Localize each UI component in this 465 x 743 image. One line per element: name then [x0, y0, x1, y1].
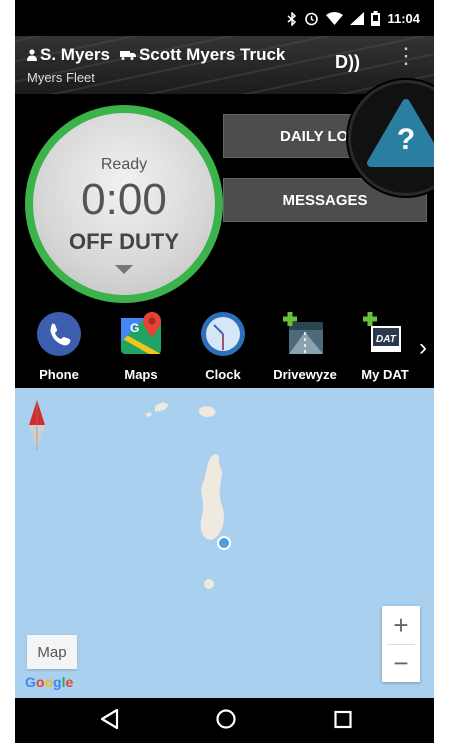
- status-bar: 11:04: [15, 0, 434, 36]
- duty-time: 0:00: [81, 175, 167, 224]
- compass-icon[interactable]: [27, 400, 47, 450]
- duty-ready-label: Ready: [100, 156, 148, 173]
- duty-dial-face[interactable]: Ready 0:00 OFF DUTY: [33, 113, 215, 295]
- driver-name: S. Myers: [40, 45, 110, 64]
- overflow-menu-button[interactable]: ⋮: [395, 45, 417, 67]
- battery-icon: [371, 11, 381, 26]
- app-clock[interactable]: Clock: [183, 312, 263, 382]
- svg-text:DAT: DAT: [376, 334, 397, 345]
- maps-icon: G: [121, 312, 161, 354]
- signal-icon: [350, 12, 365, 25]
- app-phone[interactable]: Phone: [19, 312, 99, 382]
- svg-text:G: G: [130, 321, 139, 335]
- truck-name: Scott Myers Truck: [138, 45, 286, 64]
- google-logo: Google: [25, 674, 74, 690]
- fleet-name: Myers Fleet: [27, 70, 95, 85]
- d-connection-button[interactable]: D)): [335, 52, 360, 73]
- map-type-button[interactable]: Map: [27, 635, 77, 669]
- truck-icon: [119, 51, 136, 60]
- bluetooth-icon: [287, 11, 297, 26]
- driver-info[interactable]: S. Myers Scott Myers Truck: [27, 45, 285, 65]
- zoom-in-button[interactable]: +: [382, 606, 420, 644]
- help-label: ?: [396, 123, 416, 156]
- app-label: Maps: [124, 367, 158, 382]
- phone-icon: [37, 312, 81, 356]
- status-time: 11:04: [387, 11, 420, 26]
- app-label: My DAT: [361, 367, 409, 382]
- app-label: Drivewyze: [273, 367, 337, 382]
- help-button[interactable]: ?: [348, 80, 434, 196]
- my-dat-icon: DAT: [363, 312, 401, 352]
- app-maps[interactable]: G Maps: [101, 312, 181, 382]
- app-label: Phone: [39, 367, 79, 382]
- alarm-icon: [305, 12, 319, 26]
- zoom-out-button[interactable]: −: [382, 644, 420, 682]
- app-drivewyze[interactable]: Drivewyze: [265, 312, 345, 382]
- drivewyze-icon: [283, 312, 323, 354]
- wifi-icon: [326, 12, 344, 25]
- phone-screen: 11:04 S. Myers Scott Myers Truck Myers F…: [15, 0, 434, 743]
- home-icon[interactable]: [215, 708, 237, 730]
- duty-status-dial[interactable]: Ready 0:00 OFF DUTY: [25, 105, 223, 303]
- app-my-dat[interactable]: DAT My DAT: [347, 312, 423, 382]
- clock-icon: [201, 312, 245, 356]
- app-label: Clock: [205, 367, 241, 382]
- app-tray: Phone G Maps Clock Drivewyze DAT My DAT …: [15, 312, 434, 388]
- recents-icon[interactable]: [333, 708, 353, 730]
- chevron-down-icon[interactable]: [115, 265, 133, 274]
- map-view[interactable]: + − Map Google: [15, 388, 434, 698]
- chevron-right-icon[interactable]: ›: [419, 334, 427, 362]
- map-land: [145, 402, 231, 589]
- duty-status: OFF DUTY: [69, 229, 179, 254]
- zoom-control: + −: [382, 606, 420, 682]
- zoom-divider: [387, 644, 415, 645]
- navigation-bar: [15, 698, 434, 743]
- person-icon: [27, 49, 37, 61]
- back-icon[interactable]: [99, 708, 119, 730]
